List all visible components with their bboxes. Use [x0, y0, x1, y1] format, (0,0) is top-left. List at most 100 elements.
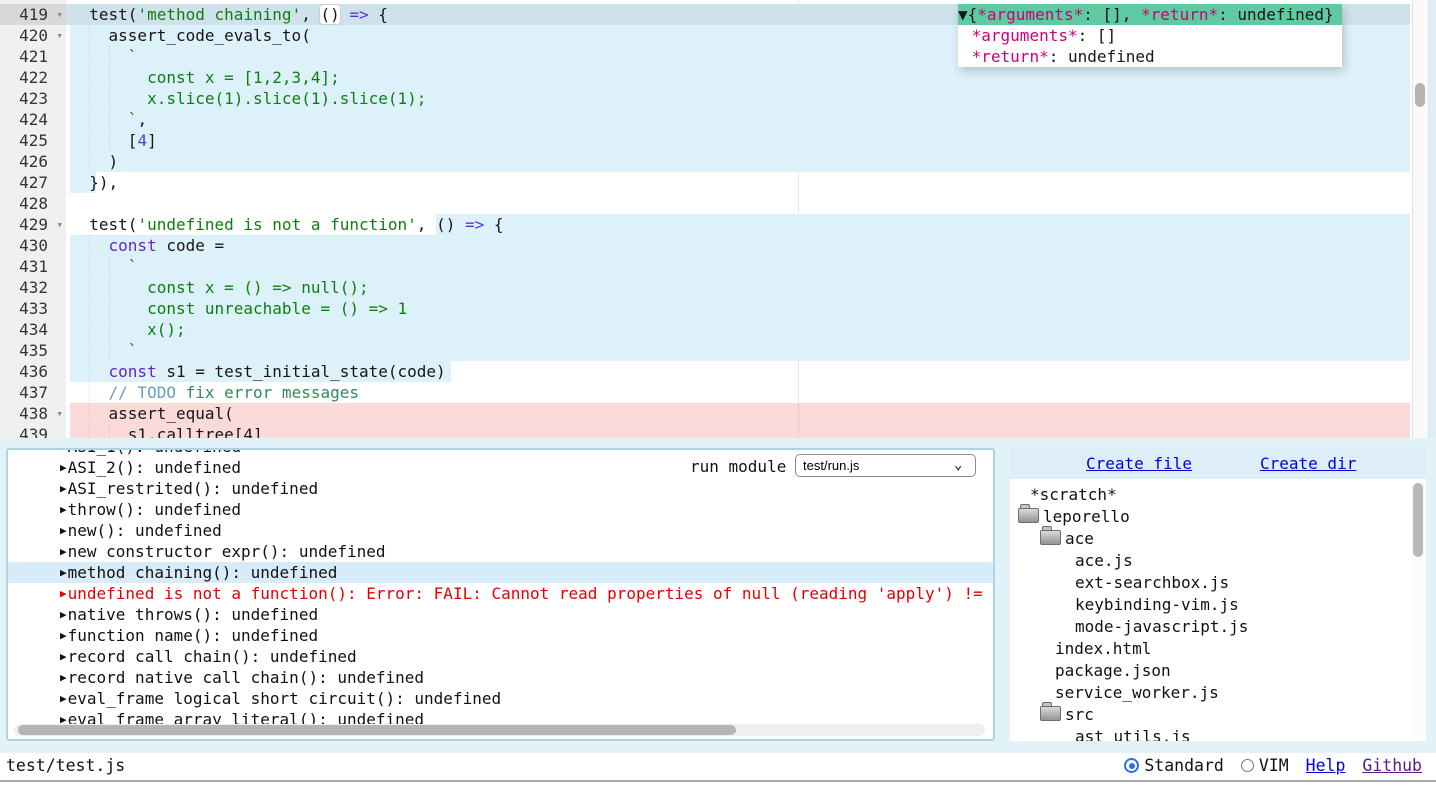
- tree-item[interactable]: mode-javascript.js: [1075, 616, 1248, 638]
- expand-triangle-icon[interactable]: ▶: [60, 499, 67, 520]
- gutter-cell[interactable]: 437: [0, 382, 66, 403]
- expand-triangle-icon[interactable]: ▶: [60, 520, 67, 541]
- code-line[interactable]: x.slice(1).slice(1).slice(1);: [66, 88, 1410, 109]
- expand-triangle-icon[interactable]: ▶: [60, 583, 67, 604]
- gutter-cell[interactable]: 434: [0, 319, 66, 340]
- gutter-cell[interactable]: 432: [0, 277, 66, 298]
- code-line[interactable]: const x = () => null();: [66, 277, 1410, 298]
- code-line[interactable]: test('undefined is not a function', () =…: [66, 214, 1410, 235]
- editor-vertical-scrollbar[interactable]: [1412, 0, 1429, 438]
- gutter-cell[interactable]: 431: [0, 256, 66, 277]
- test-results-panel[interactable]: ▶ASI_1(): undefined▶ASI_2(): undefined▶A…: [6, 448, 995, 741]
- code-line[interactable]: // TODO fix error messages: [66, 382, 1410, 403]
- expand-triangle-icon[interactable]: ▶: [60, 604, 67, 625]
- value-tooltip[interactable]: ▼{*arguments*: [], *return*: undefined} …: [958, 4, 1342, 67]
- results-horizontal-scrollbar[interactable]: [14, 724, 985, 736]
- gutter-cell[interactable]: 435: [0, 340, 66, 361]
- result-item[interactable]: ▶throw(): undefined: [8, 499, 993, 520]
- run-module-select[interactable]: test/run.js: [795, 454, 976, 477]
- tree-item[interactable]: ext-searchbox.js: [1075, 572, 1229, 594]
- result-item[interactable]: ▶record native call chain(): undefined: [8, 667, 993, 688]
- code-line[interactable]: x();: [66, 319, 1410, 340]
- result-item[interactable]: ▶function name(): undefined: [8, 625, 993, 646]
- tree-item[interactable]: leporello: [1018, 506, 1130, 528]
- code-line[interactable]: assert_equal(: [66, 403, 1410, 424]
- tree-item[interactable]: src: [1040, 704, 1094, 726]
- gutter-cell[interactable]: 423: [0, 88, 66, 109]
- radio-icon[interactable]: [1241, 759, 1254, 772]
- result-item[interactable]: ▶new(): undefined: [8, 520, 993, 541]
- files-vertical-scrollbar[interactable]: [1412, 481, 1424, 737]
- expand-triangle-icon[interactable]: ▶: [60, 478, 67, 499]
- code-line[interactable]: `: [66, 340, 1410, 361]
- expand-triangle-icon[interactable]: ▶: [60, 448, 67, 457]
- tree-item[interactable]: index.html: [1055, 638, 1151, 660]
- tooltip-value-row[interactable]: *arguments*: []: [958, 25, 1342, 46]
- tooltip-value-row[interactable]: *return*: undefined: [958, 46, 1342, 67]
- result-item[interactable]: ▶record call chain(): undefined: [8, 646, 993, 667]
- expand-triangle-icon[interactable]: ▶: [60, 625, 67, 646]
- gutter-cell[interactable]: 419▾: [0, 4, 66, 25]
- create-file-link[interactable]: Create file: [1086, 453, 1192, 474]
- gutter-cell[interactable]: 424: [0, 109, 66, 130]
- expand-triangle-icon[interactable]: ▶: [60, 667, 67, 688]
- files-scrollbar-thumb[interactable]: [1413, 483, 1423, 557]
- gutter-cell[interactable]: 430: [0, 235, 66, 256]
- gutter-cell[interactable]: 428: [0, 193, 66, 214]
- tooltip-header-row[interactable]: ▼{*arguments*: [], *return*: undefined}: [958, 4, 1342, 25]
- radio-icon[interactable]: [1124, 758, 1139, 773]
- mode-radio-vim[interactable]: VIM: [1241, 756, 1289, 775]
- code-line[interactable]: const unreachable = () => 1: [66, 298, 1410, 319]
- expand-triangle-icon[interactable]: ▶: [60, 688, 67, 709]
- code-line[interactable]: const s1 = test_initial_state(code): [66, 361, 1410, 382]
- gutter-cell[interactable]: 429▾: [0, 214, 66, 235]
- code-line[interactable]: const x = [1,2,3,4];: [66, 67, 1410, 88]
- result-item[interactable]: ▶eval_frame logical short circuit(): und…: [8, 688, 993, 709]
- code-line[interactable]: const code =: [66, 235, 1410, 256]
- expand-triangle-icon[interactable]: ▶: [60, 646, 67, 667]
- fold-toggle-icon[interactable]: ▾: [56, 4, 63, 25]
- tree-item[interactable]: ast_utils.js: [1075, 726, 1191, 741]
- gutter-cell[interactable]: 421: [0, 46, 66, 67]
- fold-toggle-icon[interactable]: ▾: [56, 403, 63, 424]
- gutter-cell[interactable]: 422: [0, 67, 66, 88]
- code-line[interactable]: `,: [66, 109, 1410, 130]
- code-line[interactable]: [4]: [66, 130, 1410, 151]
- gutter-cell[interactable]: 420▾: [0, 25, 66, 46]
- gutter-cell[interactable]: 438▾: [0, 403, 66, 424]
- gutter-cell[interactable]: 439: [0, 424, 66, 438]
- editor-gutter[interactable]: 419▾420▾421422423424425426427428429▾4304…: [0, 0, 66, 438]
- result-item[interactable]: ▶native throws(): undefined: [8, 604, 993, 625]
- code-line[interactable]: `: [66, 256, 1410, 277]
- mode-radio-standard[interactable]: Standard: [1124, 756, 1223, 775]
- fold-toggle-icon[interactable]: ▾: [56, 214, 63, 235]
- results-scrollbar-thumb[interactable]: [18, 725, 736, 735]
- result-item[interactable]: ▶method chaining(): undefined: [8, 562, 993, 583]
- create-dir-link[interactable]: Create dir: [1260, 453, 1356, 474]
- gutter-cell[interactable]: 425: [0, 130, 66, 151]
- tree-item[interactable]: service_worker.js: [1055, 682, 1219, 704]
- gutter-cell[interactable]: 426: [0, 151, 66, 172]
- expand-triangle-icon[interactable]: ▶: [60, 457, 67, 478]
- tree-item[interactable]: ace: [1040, 528, 1094, 550]
- code-line[interactable]: s1.calltree[4]: [66, 424, 1410, 438]
- gutter-cell[interactable]: 436: [0, 361, 66, 382]
- call-marker[interactable]: (): [320, 5, 339, 24]
- tree-item[interactable]: package.json: [1055, 660, 1171, 682]
- code-line[interactable]: ): [66, 151, 1410, 172]
- editor-scrollbar-thumb[interactable]: [1415, 83, 1425, 107]
- result-item[interactable]: ▶ASI_restrited(): undefined: [8, 478, 993, 499]
- expand-triangle-icon[interactable]: ▶: [60, 562, 67, 583]
- help-link[interactable]: Help: [1306, 756, 1346, 775]
- fold-toggle-icon[interactable]: ▾: [56, 25, 63, 46]
- gutter-cell[interactable]: 433: [0, 298, 66, 319]
- tree-item[interactable]: keybinding-vim.js: [1075, 594, 1239, 616]
- tree-item[interactable]: *scratch*: [1030, 484, 1117, 506]
- github-link[interactable]: Github: [1362, 756, 1422, 775]
- gutter-cell[interactable]: 427: [0, 172, 66, 193]
- result-item[interactable]: ▶undefined is not a function(): Error: F…: [8, 583, 993, 604]
- tree-item[interactable]: ace.js: [1075, 550, 1133, 572]
- result-item[interactable]: ▶new constructor expr(): undefined: [8, 541, 993, 562]
- code-line[interactable]: }),: [66, 172, 1410, 193]
- expand-triangle-icon[interactable]: ▶: [60, 541, 67, 562]
